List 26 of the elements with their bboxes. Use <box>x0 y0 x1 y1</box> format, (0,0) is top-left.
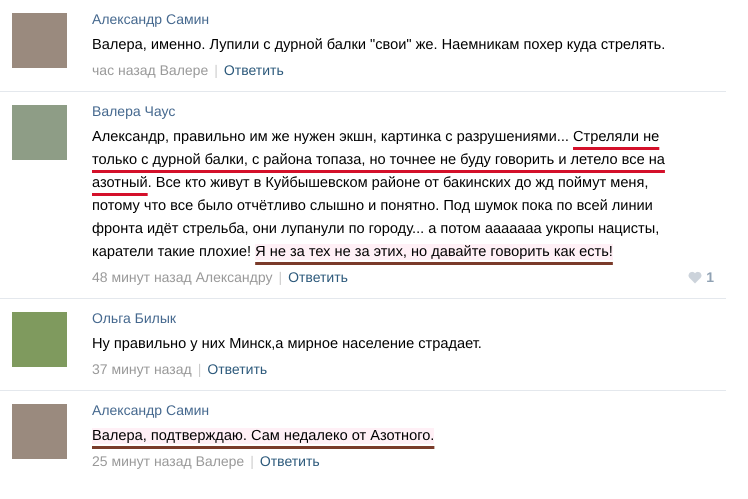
separator: | <box>214 61 218 80</box>
author-name[interactable]: Александр Самин <box>92 11 714 28</box>
heart-icon[interactable] <box>688 271 702 284</box>
comment-text: Александр, правильно им же нужен экшн, картинка с разрушениями... Стреляли не только с дурной балки, с района топаза, но точнее не буду говорить и летело все на азотный. Все кто живут в Куйбышевском районе от бакинских до жд поймут меня, потому что все было отчётливо слышно и понятно. Под шумок пока по всей линии фронта идёт стрельба, они лупанули по городу... а потом ааааааа укропы нацисты, каратели такие плохие! Я не за тех не за этих, но давайте говорить как есть! <box>92 128 666 262</box>
author-name[interactable]: Валера Чаус <box>92 103 714 120</box>
author-name[interactable]: Александр Самин <box>92 402 714 419</box>
separator: | <box>250 452 254 471</box>
comment-time: 48 минут назад Александру <box>92 268 272 287</box>
avatar-photo-placeholder[interactable] <box>12 105 67 160</box>
separator: | <box>198 360 202 379</box>
comment-text: Валера, подтверждаю. Сам недалеко от Азотного. <box>92 427 436 446</box>
avatar-photo-placeholder[interactable] <box>12 312 67 367</box>
author-name[interactable]: Ольга Билык <box>92 310 714 327</box>
comment-time: час назад Валере <box>92 61 208 80</box>
reply-link[interactable]: Ответить <box>207 359 268 380</box>
like-count: 1 <box>706 268 714 287</box>
comment-time: 25 минут назад Валере <box>92 452 244 471</box>
comment-text: Ну правильно у них Минск,а мирное население страдает. <box>92 335 483 354</box>
avatar-photo-placeholder[interactable] <box>12 404 67 459</box>
reply-link[interactable]: Ответить <box>224 60 284 81</box>
separator: | <box>278 268 282 287</box>
reply-link[interactable]: Ответить <box>288 267 348 288</box>
comment-text: Валера, именно. Лупили с дурной балки "свои" же. Наемникам похер куда стрелять. <box>92 36 666 55</box>
avatar-photo-placeholder[interactable] <box>12 13 67 68</box>
reply-link[interactable]: Ответить <box>260 451 320 472</box>
comment-time: 37 минут назад <box>92 360 192 379</box>
